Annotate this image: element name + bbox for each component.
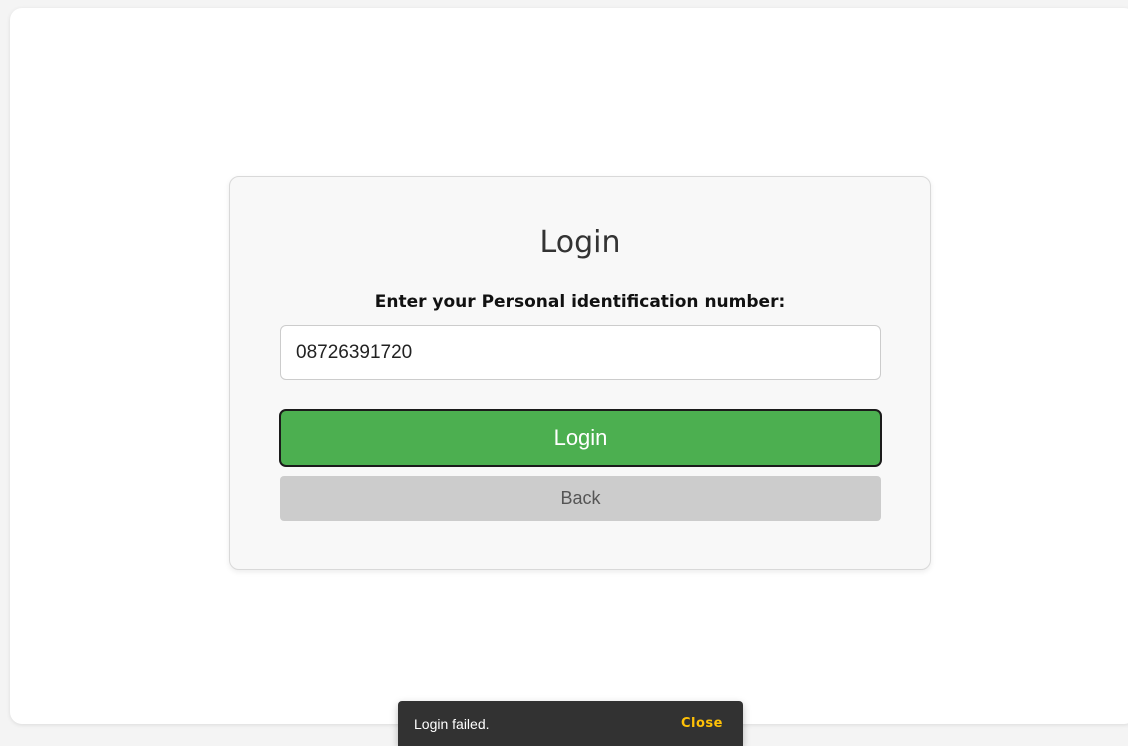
error-snackbar: Login failed. Close — [398, 701, 743, 746]
back-button[interactable]: Back — [280, 476, 881, 521]
login-title: Login — [539, 225, 621, 260]
login-card: Login Enter your Personal identification… — [229, 176, 931, 570]
pin-label: Enter your Personal identification numbe… — [374, 292, 786, 312]
snackbar-close-button[interactable]: Close — [681, 714, 723, 734]
pin-input[interactable] — [280, 325, 881, 380]
page-container: Login Enter your Personal identification… — [10, 8, 1128, 724]
snackbar-message: Login failed. — [414, 716, 490, 732]
login-button[interactable]: Login — [279, 409, 882, 467]
